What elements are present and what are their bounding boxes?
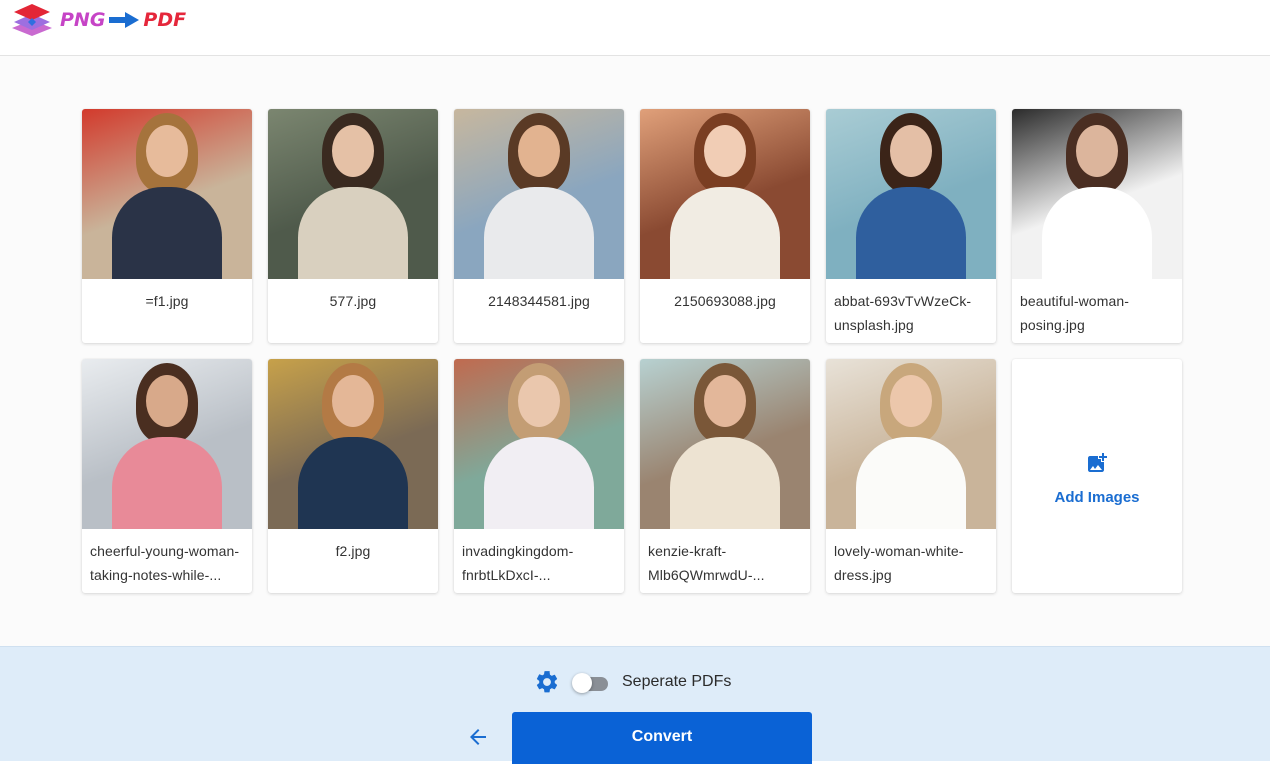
image-thumbnail	[454, 359, 624, 529]
image-card[interactable]: beautiful-woman-posing.jpg	[1012, 109, 1182, 343]
logo-text-png: PNG	[60, 9, 106, 31]
image-thumbnail	[454, 109, 624, 279]
arrow-right-icon	[109, 12, 140, 28]
photo-face-shape	[146, 125, 188, 177]
photo-body-shape	[112, 187, 222, 279]
file-name: lovely-woman-white-dress.jpg	[834, 543, 964, 583]
file-name: f2.jpg	[335, 543, 371, 559]
image-list-area: =f1.jpg 577.jpg 2148344581.jpg 2150693088.j…	[0, 56, 1270, 646]
separate-pdfs-label: Seperate PDFs	[622, 673, 732, 690]
app-header: PNG PDF	[0, 0, 1270, 56]
convert-footer: Seperate PDFs Convert	[0, 646, 1270, 764]
gear-icon[interactable]	[534, 669, 560, 695]
photo-body-shape	[856, 437, 966, 529]
photo-body-shape	[670, 437, 780, 529]
file-name: =f1.jpg	[145, 293, 189, 309]
image-card[interactable]: 2150693088.jpg	[640, 109, 810, 343]
file-name: 2148344581.jpg	[488, 293, 590, 309]
photo-body-shape	[484, 187, 594, 279]
photo-face-shape	[146, 375, 188, 427]
image-grid: =f1.jpg 577.jpg 2148344581.jpg 2150693088.j…	[82, 109, 1182, 593]
image-thumbnail	[268, 109, 438, 279]
arrow-left-icon	[470, 729, 486, 745]
stacked-layers-icon	[12, 4, 52, 36]
image-card[interactable]: =f1.jpg	[82, 109, 252, 343]
photo-body-shape	[484, 437, 594, 529]
photo-body-shape	[1042, 187, 1152, 279]
image-thumbnail	[82, 359, 252, 529]
photo-face-shape	[704, 125, 746, 177]
file-name: 577.jpg	[329, 293, 377, 309]
image-thumbnail	[826, 109, 996, 279]
add-image-icon	[1088, 452, 1107, 472]
photo-face-shape	[1076, 125, 1118, 177]
add-images-label: Add Images	[1054, 488, 1140, 506]
photo-face-shape	[890, 125, 932, 177]
logo-text-pdf: PDF	[143, 9, 187, 31]
file-name: invadingkingdom-fnrbtLkDxcI-...	[462, 543, 574, 583]
photo-face-shape	[890, 375, 932, 427]
image-thumbnail	[82, 109, 252, 279]
image-thumbnail	[268, 359, 438, 529]
image-card[interactable]: 577.jpg	[268, 109, 438, 343]
photo-body-shape	[670, 187, 780, 279]
file-name: abbat-693vTvWzeCk-unsplash.jpg	[834, 293, 972, 333]
toggle-thumb	[572, 673, 592, 693]
logo[interactable]: PNG PDF	[10, 2, 186, 38]
file-name: cheerful-young-woman-taking-notes-while-…	[90, 543, 240, 583]
file-name: 2150693088.jpg	[674, 293, 776, 309]
separate-pdfs-toggle[interactable]	[572, 671, 610, 693]
file-name: kenzie-kraft-Mlb6QWmrwdU-...	[648, 543, 765, 583]
photo-body-shape	[112, 437, 222, 529]
options-row: Seperate PDFs	[534, 669, 731, 695]
photo-face-shape	[518, 375, 560, 427]
photo-body-shape	[856, 187, 966, 279]
image-thumbnail	[826, 359, 996, 529]
image-card[interactable]: kenzie-kraft-Mlb6QWmrwdU-...	[640, 359, 810, 593]
image-card[interactable]: abbat-693vTvWzeCk-unsplash.jpg	[826, 109, 996, 343]
image-card[interactable]: f2.jpg	[268, 359, 438, 593]
image-thumbnail	[640, 359, 810, 529]
image-card[interactable]: lovely-woman-white-dress.jpg	[826, 359, 996, 593]
photo-body-shape	[298, 187, 408, 279]
back-button[interactable]	[466, 725, 490, 749]
image-thumbnail	[640, 109, 810, 279]
photo-face-shape	[704, 375, 746, 427]
photo-body-shape	[298, 437, 408, 529]
image-card[interactable]: cheerful-young-woman-taking-notes-while-…	[82, 359, 252, 593]
file-name: beautiful-woman-posing.jpg	[1020, 293, 1129, 333]
photo-face-shape	[332, 125, 374, 177]
photo-face-shape	[332, 375, 374, 427]
photo-face-shape	[518, 125, 560, 177]
add-images-button[interactable]: Add Images	[1012, 359, 1182, 593]
image-thumbnail	[1012, 109, 1182, 279]
convert-button[interactable]: Convert	[512, 712, 812, 764]
image-card[interactable]: invadingkingdom-fnrbtLkDxcI-...	[454, 359, 624, 593]
image-card[interactable]: 2148344581.jpg	[454, 109, 624, 343]
